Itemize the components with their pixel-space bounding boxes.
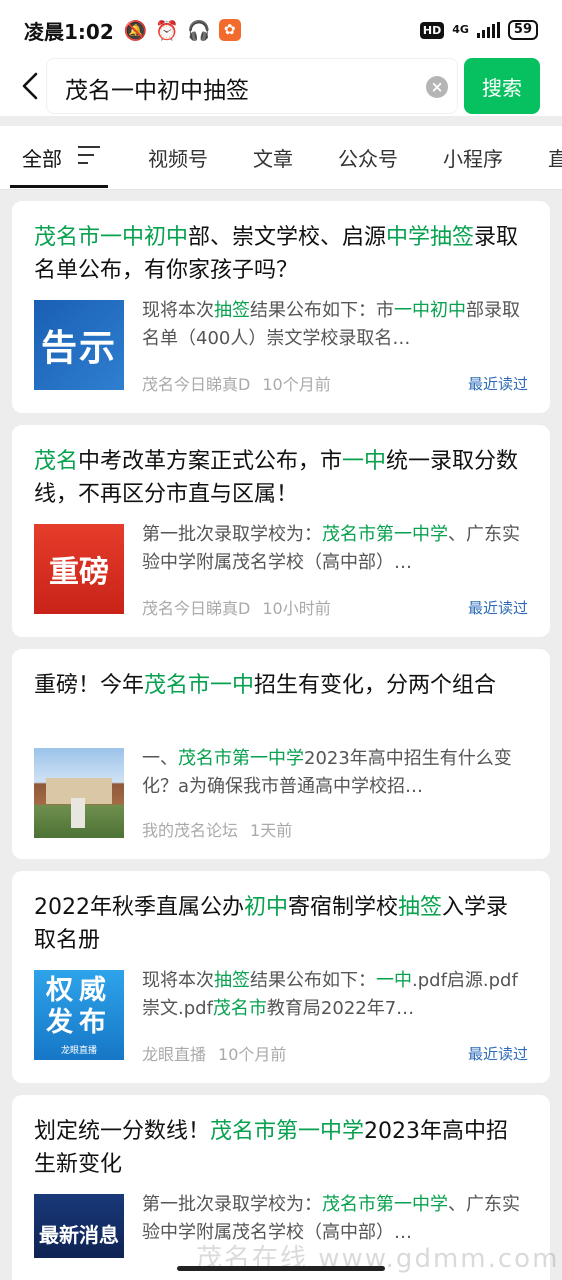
text-segment: 重磅！今年 (34, 673, 145, 698)
thumbnail-logo-text: 龙眼直播 (60, 1045, 97, 1056)
search-query[interactable]: 茂名一中初中抽签 (65, 71, 249, 105)
search-button[interactable]: 搜索 (464, 58, 540, 114)
highlight-text: 抽签 (214, 300, 250, 321)
result-thumbnail: 告示 (34, 300, 124, 390)
highlight-text: 一中 (342, 449, 387, 474)
result-source: 我的茂名论坛 (142, 821, 239, 840)
active-tab-indicator (10, 185, 108, 188)
result-card[interactable]: 茂名市一中初中部、崇文学校、启源中学抽签录取名单公布，有你家孩子吗？ 告示 现将… (12, 201, 550, 413)
status-bar: 凌晨1:02 🔕 ⏰ 🎧 ✿ HD 4G 59 (0, 0, 562, 60)
tab-mini-programs[interactable]: 小程序 (443, 143, 503, 172)
text-segment: 现将本次 (142, 970, 214, 991)
thumbnail-text: 权威 发布 (46, 974, 112, 1038)
back-arrow-icon[interactable] (12, 68, 48, 104)
result-card[interactable]: 重磅！今年茂名市一中招生有变化，分两个组合 一、茂名市第一中学2023年高中招生… (12, 649, 550, 859)
mute-bell-icon: 🔕 (123, 19, 148, 42)
text-segment: 招生有变化，分两个组合 (254, 673, 497, 698)
recently-read-badge: 最近读过 (467, 1045, 528, 1063)
text-segment: 寄宿制学校 (288, 895, 399, 920)
text-segment: 教育局2022年7… (266, 998, 415, 1019)
tab-articles[interactable]: 文章 (253, 143, 293, 172)
result-meta: 茂名今日睇真D 10个月前 (142, 371, 331, 395)
text-segment: 一、 (142, 748, 178, 769)
tab-channels[interactable]: 视频号 (148, 143, 208, 172)
result-title[interactable]: 茂名中考改革方案正式公布，市一中统一录取分数线，不再区分市直与区属！ (34, 445, 528, 511)
result-card[interactable]: 划定统一分数线！茂名市第一中学2023年高中招生新变化 最新消息 第一批次录取学… (12, 1095, 550, 1280)
text-segment: 第一批次录取学校为： (142, 1194, 322, 1215)
text-segment: 中考改革方案正式公布，市 (78, 449, 343, 474)
text-segment: 第一批次录取学校为： (142, 524, 322, 545)
clear-icon[interactable]: × (426, 76, 448, 98)
hd-badge: HD (419, 21, 445, 39)
highlight-text: 初中 (244, 895, 289, 920)
thumbnail-text: 告示 (40, 328, 117, 369)
photo-statue (71, 798, 85, 828)
text-segment: 2022年秋季直属公办 (34, 895, 244, 920)
highlight-text: 茂名市一中初中 (34, 225, 189, 250)
highlight-text: 抽签 (398, 895, 443, 920)
headphones-icon: 🎧 (187, 19, 211, 42)
status-time: 凌晨1:02 (24, 19, 114, 44)
result-card[interactable]: 2022年秋季直属公办初中寄宿制学校抽签入学录取名册 权威 发布 龙眼直播 现将… (12, 871, 550, 1083)
result-time: 1天前 (250, 821, 293, 840)
result-thumbnail (34, 748, 124, 838)
result-source: 龙眼直播 (142, 1045, 207, 1064)
recently-read-badge: 最近读过 (467, 599, 528, 617)
result-snippet: 第一批次录取学校为：茂名市第一中学、广东实验中学附属茂名学校（高中部）… (142, 1191, 530, 1247)
thumbnail-text: 重磅 (49, 555, 109, 590)
result-time: 10个月前 (218, 1045, 287, 1064)
highlight-text: 茂名市第一中学 (322, 1194, 448, 1215)
result-source: 茂名今日睇真D (142, 375, 251, 394)
result-snippet: 一、茂名市第一中学2023年高中招生有什么变化？a为确保我市普通高中学校招… (142, 745, 530, 801)
result-title[interactable]: 茂名市一中初中部、崇文学校、启源中学抽签录取名单公布，有你家孩子吗？ (34, 221, 528, 287)
text-segment: 结果公布如下：市 (250, 300, 394, 321)
signal-icon (476, 22, 500, 38)
highlight-text: 一中 (376, 970, 412, 991)
highlight-text: 茂名市第一中学 (178, 748, 304, 769)
tab-official-accounts[interactable]: 公众号 (338, 143, 398, 172)
result-thumbnail: 重磅 (34, 524, 124, 614)
highlight-text: 茂名 (34, 449, 79, 474)
tab-all[interactable]: 全部 (22, 143, 62, 172)
result-time: 10个月前 (262, 375, 331, 394)
result-snippet: 现将本次抽签结果公布如下：一中.pdf启源.pdf崇文.pdf茂名市教育局202… (142, 967, 530, 1023)
highlight-text: 茂名市一中 (144, 673, 255, 698)
home-indicator[interactable] (177, 1266, 385, 1271)
highlight-text: 一中初中 (394, 300, 466, 321)
result-snippet: 第一批次录取学校为：茂名市第一中学、广东实验中学附属茂名学校（高中部）… (142, 521, 530, 577)
result-time: 10小时前 (262, 599, 331, 618)
text-segment: 结果公布如下： (250, 970, 376, 991)
thumbnail-text: 最新消息 (39, 1223, 119, 1247)
result-thumbnail: 权威 发布 龙眼直播 (34, 970, 124, 1060)
battery-icon: 59 (507, 20, 538, 40)
app-badge-icon: ✿ (218, 19, 241, 41)
alarm-icon: ⏰ (155, 19, 180, 42)
result-title[interactable]: 重磅！今年茂名市一中招生有变化，分两个组合 (34, 669, 528, 702)
tab-more[interactable]: 直 (548, 143, 562, 172)
highlight-text: 抽签 (214, 970, 250, 991)
result-thumbnail: 最新消息 (34, 1194, 124, 1258)
result-meta: 茂名今日睇真D 10小时前 (142, 595, 331, 619)
result-card[interactable]: 茂名中考改革方案正式公布，市一中统一录取分数线，不再区分市直与区属！ 重磅 第一… (12, 425, 550, 637)
text-segment: 现将本次 (142, 300, 214, 321)
search-bar: 茂名一中初中抽签 × 搜索 (0, 58, 562, 116)
search-input[interactable]: 茂名一中初中抽签 × (46, 58, 458, 114)
result-source: 茂名今日睇真D (142, 599, 251, 618)
highlight-text: 中学抽签 (386, 225, 475, 250)
text-segment: 划定统一分数线！ (34, 1119, 211, 1144)
filter-tabs: 全部 视频号 文章 公众号 小程序 直 (0, 126, 562, 190)
filter-icon[interactable] (78, 146, 100, 166)
highlight-text: 茂名市第一中学 (322, 524, 448, 545)
result-snippet: 现将本次抽签结果公布如下：市一中初中部录取名单（400人）崇文学校录取名… (142, 297, 530, 353)
result-title[interactable]: 划定统一分数线！茂名市第一中学2023年高中招生新变化 (34, 1115, 528, 1181)
result-meta: 我的茂名论坛 1天前 (142, 817, 292, 841)
network-type: 4G (452, 23, 469, 36)
result-title[interactable]: 2022年秋季直属公办初中寄宿制学校抽签入学录取名册 (34, 891, 528, 957)
result-meta: 龙眼直播 10个月前 (142, 1041, 286, 1065)
recently-read-badge: 最近读过 (467, 375, 528, 393)
highlight-text: 茂名市 (212, 998, 267, 1019)
text-segment: 部、崇文学校、启源 (188, 225, 387, 250)
highlight-text: 茂名市第一中学 (210, 1119, 365, 1144)
